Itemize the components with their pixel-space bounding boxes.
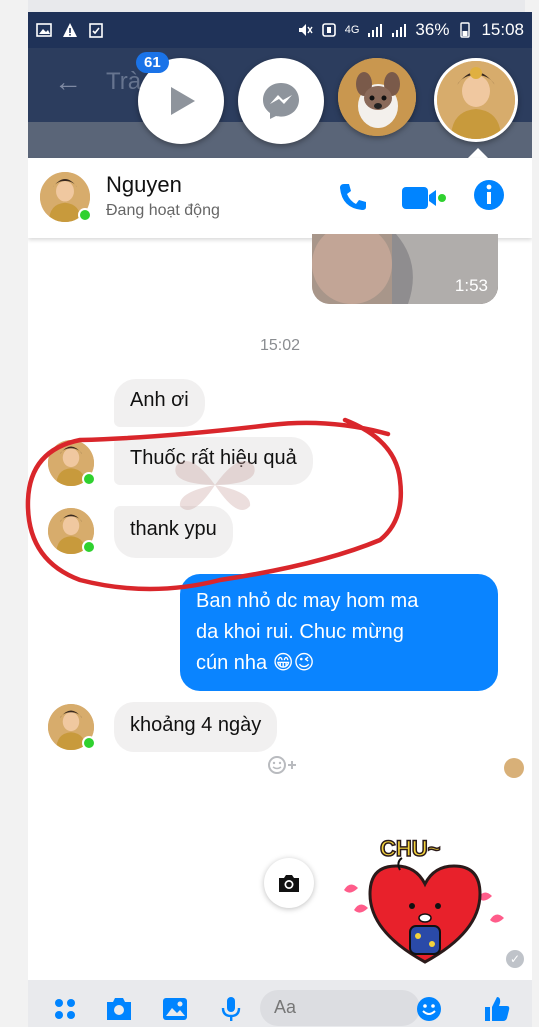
emoji-icon[interactable] — [414, 994, 444, 1024]
battery-percent: 36% — [415, 20, 450, 39]
camera-icon — [279, 875, 299, 892]
online-indicator — [82, 472, 96, 486]
dimmed-header-title: Trà — [106, 68, 142, 95]
chat-header: Nguyen Đang hoạt động — [28, 158, 532, 238]
phone-screen: 4G 36% 15:08 ← Trà 61 Nguyen Đang hoạt đ… — [28, 12, 532, 1027]
mute-icon — [298, 24, 313, 36]
phone-call-icon[interactable] — [336, 180, 370, 214]
time-separator: 15:02 — [259, 337, 301, 354]
clock: 15:08 — [481, 20, 524, 39]
gallery-icon[interactable] — [160, 994, 190, 1024]
delivered-check-icon: ✓ — [506, 950, 524, 968]
video-message[interactable]: 1:53 — [312, 234, 498, 304]
messenger-icon — [263, 83, 299, 119]
camera-button[interactable] — [264, 858, 314, 908]
composer-toolbar: Aa — [28, 980, 532, 1027]
photo-frame-left — [0, 0, 28, 1027]
message-line: da khoi rui. Chuc mừng — [196, 621, 404, 643]
camera-icon[interactable] — [104, 994, 134, 1024]
message-bubble-incoming[interactable]: khoảng 4 ngày — [114, 702, 278, 752]
message-input[interactable]: Aa — [260, 990, 420, 1026]
online-indicator — [82, 736, 96, 750]
chat-head-dog-avatar[interactable] — [338, 58, 416, 136]
more-apps-icon[interactable] — [50, 994, 80, 1024]
contact-photo — [437, 61, 515, 139]
warning-icon — [63, 23, 77, 37]
message-line: Ban nhỏ dc may hom ma — [196, 590, 419, 612]
add-reaction-icon[interactable] — [266, 754, 300, 776]
video-duration: 1:53 — [454, 276, 488, 295]
chat-head-contact-avatar[interactable] — [434, 58, 518, 142]
sticker-heart-chu[interactable]: CHU~ — [340, 822, 510, 972]
watermark-butterfly — [175, 460, 255, 510]
active-status: Đang hoạt động — [106, 202, 220, 219]
status-bar: 4G 36% 15:08 — [28, 12, 532, 48]
microphone-icon[interactable] — [216, 994, 246, 1024]
signal-icon — [368, 24, 383, 37]
online-indicator — [78, 208, 92, 222]
thumbs-up-icon[interactable] — [482, 994, 512, 1024]
video-call-icon[interactable] — [400, 184, 446, 212]
sticker-text: CHU~ — [380, 836, 441, 861]
message-bubble-incoming[interactable]: Anh ơi — [114, 379, 205, 427]
arrow-left-icon[interactable]: ← — [54, 66, 82, 98]
info-icon[interactable] — [472, 178, 506, 212]
seen-indicator-avatar — [504, 758, 524, 778]
network-type: 4G — [344, 24, 360, 36]
online-indicator — [82, 540, 96, 554]
message-bubble-outgoing[interactable]: Ban nhỏ dc may hom ma da khoi rui. Chuc … — [180, 574, 498, 691]
contact-name[interactable]: Nguyen — [106, 172, 182, 198]
clipboard-check-icon — [89, 23, 103, 38]
nfc-icon — [321, 23, 336, 37]
gallery-notification-icon — [36, 23, 52, 37]
unread-count-badge: 61 — [136, 52, 169, 73]
play-icon — [171, 87, 195, 115]
battery-icon — [460, 22, 471, 38]
dog-photo — [338, 58, 416, 136]
chat-head-messenger[interactable] — [238, 58, 324, 144]
signal-icon-2 — [392, 24, 407, 37]
message-line: cún nha 😁😉 — [196, 652, 315, 674]
chat-head-pointer — [468, 148, 488, 158]
